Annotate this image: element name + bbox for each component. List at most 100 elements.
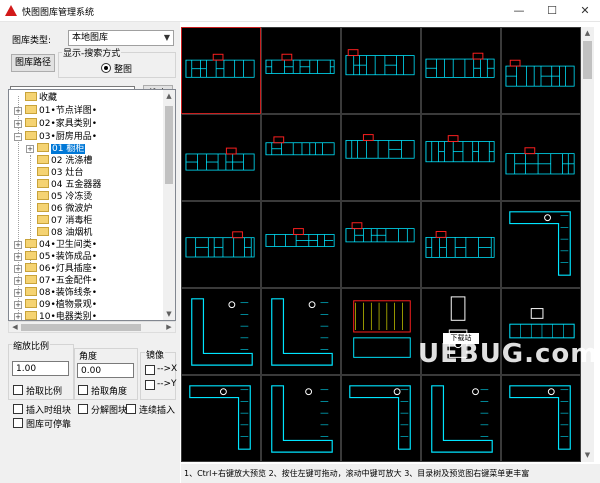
tree-item-label: 02•家具类别• [39, 119, 98, 129]
preview-thumbnail[interactable] [421, 27, 501, 114]
preview-thumbnail[interactable] [421, 201, 501, 288]
scroll-up-icon[interactable]: ▲ [581, 27, 594, 40]
tree-horizontal-scrollbar[interactable]: ◀ ▶ [8, 321, 176, 333]
mirror-y-checkbox[interactable] [145, 380, 155, 390]
preview-thumbnail[interactable] [341, 201, 421, 288]
scroll-up-icon[interactable]: ▲ [163, 90, 175, 102]
folder-icon [25, 105, 37, 114]
cad-drawing-preview [505, 59, 575, 87]
preview-vertical-scrollbar[interactable]: ▲ ▼ [581, 27, 594, 462]
scale-input[interactable]: 1.00 [12, 361, 69, 376]
scroll-thumb[interactable] [165, 106, 173, 184]
tree-item[interactable]: 07 消毒柜 [37, 215, 92, 227]
tree-item[interactable]: 03 灶台 [37, 167, 83, 179]
continuous-insert-checkbox[interactable] [126, 404, 136, 414]
library-path-button[interactable]: 图库路径 [11, 54, 55, 72]
tree-item[interactable]: 04•卫生间类• [25, 239, 97, 251]
cad-drawing-preview [425, 135, 495, 163]
preview-thumbnail[interactable] [501, 375, 581, 462]
preview-thumbnail[interactable] [501, 27, 581, 114]
expand-icon[interactable]: + [14, 241, 22, 249]
preview-grid[interactable] [181, 27, 581, 462]
tree-item[interactable]: 01•节点详图• [25, 105, 97, 117]
scroll-right-icon[interactable]: ▶ [163, 322, 175, 332]
tree-item-label: 03•厨房用品• [39, 132, 98, 142]
preview-thumbnail[interactable] [341, 114, 421, 201]
tree-item[interactable]: 09•植物景观• [25, 299, 97, 311]
scroll-down-icon[interactable]: ▼ [163, 308, 175, 320]
collapse-icon[interactable]: − [14, 133, 22, 141]
preview-thumbnail[interactable] [261, 27, 341, 114]
expand-icon[interactable]: + [26, 145, 34, 153]
preview-thumbnail[interactable] [181, 27, 261, 114]
dockable-label: 图库可停靠 [26, 420, 72, 430]
explode-block-label: 分解图块 [91, 406, 128, 416]
tree-vertical-scrollbar[interactable]: ▲ ▼ [163, 90, 175, 320]
maximize-button[interactable]: ☐ [537, 0, 567, 22]
library-type-select[interactable]: 本地图库 ▼ [68, 30, 174, 46]
angle-input[interactable]: 0.00 [77, 363, 134, 378]
preview-thumbnail[interactable] [261, 288, 341, 375]
expand-icon[interactable]: + [14, 120, 22, 128]
expand-icon[interactable]: + [14, 301, 22, 309]
tree-item[interactable]: 04 五金器器 [37, 179, 101, 191]
tree-item[interactable]: 02•家具类别• [25, 118, 97, 130]
mirror-x-checkbox[interactable] [145, 365, 155, 375]
folder-icon [25, 92, 37, 101]
mirror-label: 镜像 [145, 348, 166, 361]
tree-item[interactable]: 08•装饰线条• [25, 287, 97, 299]
scroll-left-icon[interactable]: ◀ [9, 322, 21, 332]
tree-item[interactable]: 03•厨房用品• [25, 131, 97, 143]
preview-thumbnail[interactable] [261, 201, 341, 288]
minimize-button[interactable]: — [504, 0, 534, 22]
cad-drawing-preview [425, 231, 495, 258]
tree-item[interactable]: 05 冷冻烫 [37, 191, 92, 203]
preview-thumbnail[interactable] [421, 114, 501, 201]
expand-icon[interactable]: + [14, 277, 22, 285]
preview-thumbnail[interactable] [181, 114, 261, 201]
preview-thumbnail[interactable] [341, 288, 421, 375]
preview-thumbnail[interactable] [181, 288, 261, 375]
scroll-thumb[interactable] [583, 41, 592, 79]
scroll-down-icon[interactable]: ▼ [581, 449, 594, 462]
cad-drawing-preview [185, 53, 255, 78]
preview-thumbnail[interactable] [501, 114, 581, 201]
preview-thumbnail[interactable] [421, 375, 501, 462]
preview-thumbnail[interactable] [341, 27, 421, 114]
scroll-thumb[interactable] [21, 324, 141, 331]
tree-item-favorites[interactable]: 收藏 [25, 92, 57, 104]
tree-item[interactable]: 02 洗涤槽 [37, 155, 92, 167]
cad-drawing-preview [189, 385, 251, 450]
preview-thumbnail[interactable] [261, 375, 341, 462]
preview-thumbnail[interactable] [181, 201, 261, 288]
tree-item[interactable]: 10•电器类别• [25, 311, 97, 320]
expand-icon[interactable]: + [14, 265, 22, 273]
tree-item-cabinets[interactable]: 01 橱柜 [37, 143, 86, 155]
cad-drawing-preview [345, 49, 415, 76]
tree-item[interactable]: 06•灯具插座• [25, 263, 97, 275]
explode-block-checkbox[interactable] [78, 404, 88, 414]
preview-thumbnail[interactable] [341, 375, 421, 462]
folder-icon [25, 311, 37, 320]
close-button[interactable]: ✕ [570, 0, 600, 22]
pick-scale-checkbox[interactable] [13, 385, 23, 395]
tree-item[interactable]: 06 微波炉 [37, 203, 92, 215]
insert-as-block-checkbox[interactable] [13, 404, 23, 414]
preview-thumbnail[interactable] [181, 375, 261, 462]
watermark: UEBUG.com 下载站 [418, 333, 597, 369]
folder-icon [37, 227, 49, 236]
library-tree[interactable]: 收藏 + 01•节点详图• + 02•家具类别• − 03•厨房用品• + 01… [8, 89, 176, 321]
tree-item[interactable]: 08 油烟机 [37, 227, 92, 239]
expand-icon[interactable]: + [14, 107, 22, 115]
dockable-checkbox[interactable] [13, 418, 23, 428]
preview-thumbnail[interactable] [501, 201, 581, 288]
pick-angle-checkbox[interactable] [78, 385, 88, 395]
whole-image-radio[interactable] [101, 63, 111, 73]
expand-icon[interactable]: + [14, 313, 22, 320]
tree-item[interactable]: 05•装饰成品• [25, 251, 97, 263]
tree-item[interactable]: 07•五金配件• [25, 275, 97, 287]
tree-item-label: 05•装饰成品• [39, 252, 98, 262]
expand-icon[interactable]: + [14, 253, 22, 261]
expand-icon[interactable]: + [14, 289, 22, 297]
preview-thumbnail[interactable] [261, 114, 341, 201]
